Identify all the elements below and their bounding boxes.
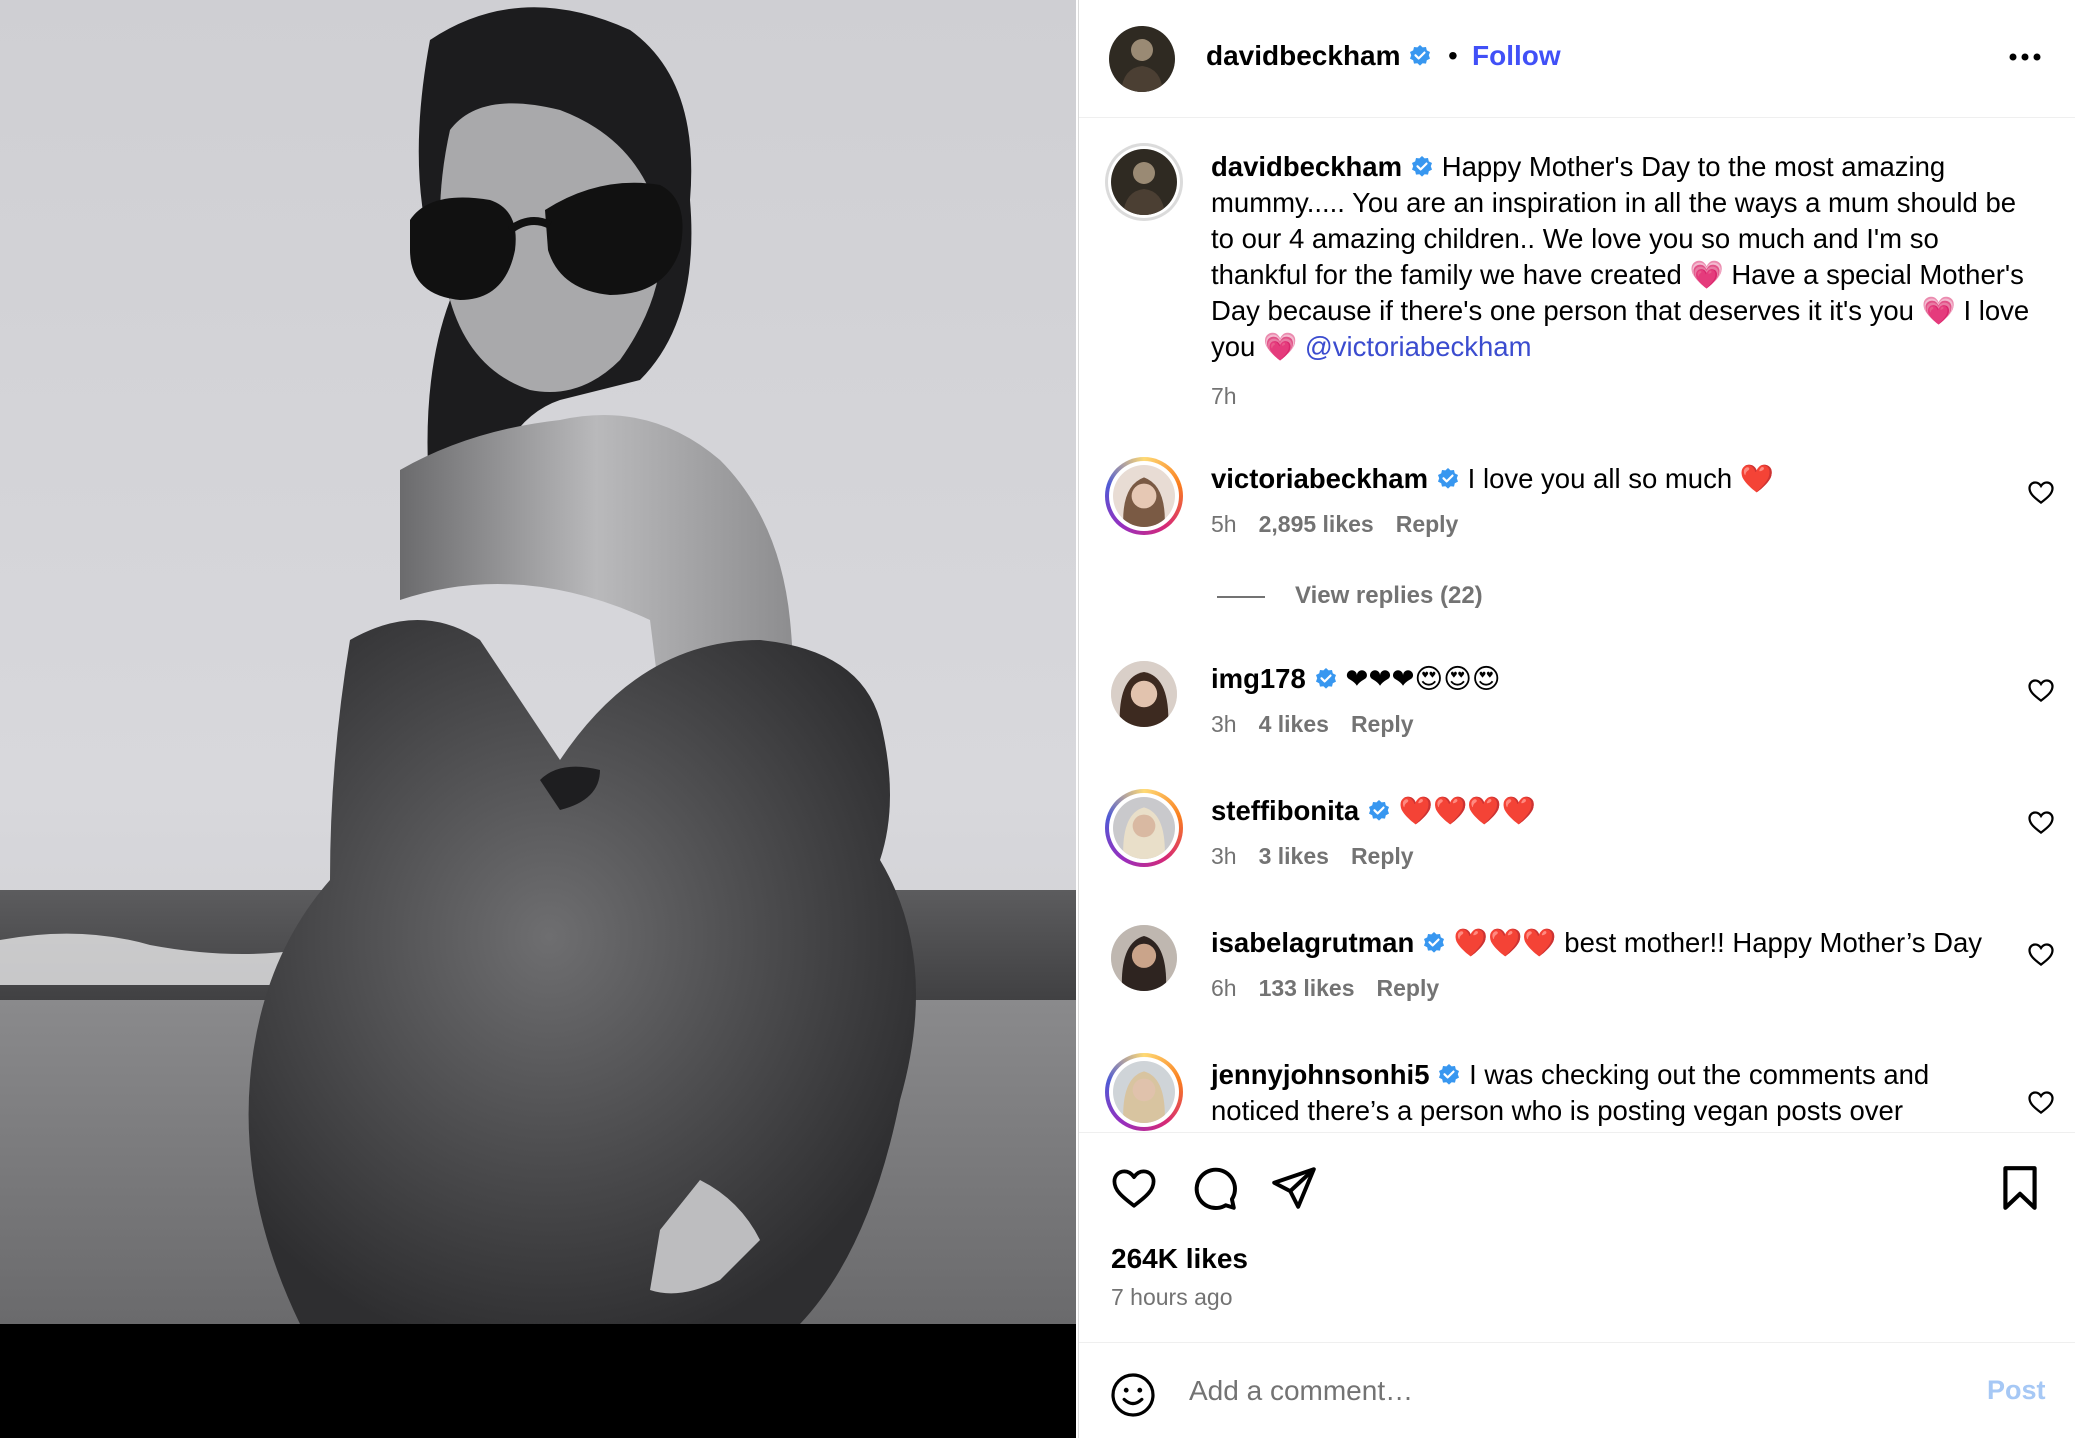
comment-username[interactable]: jennyjohnsonhi5 — [1211, 1059, 1429, 1090]
commenter-avatar[interactable] — [1111, 925, 1177, 991]
caption-avatar[interactable] — [1105, 143, 1183, 221]
comment-body: ❤️❤️❤️ best mother!! Happy Mother’s Day — [1446, 927, 1983, 958]
verified-badge-icon — [1315, 668, 1336, 689]
more-horizontal-icon[interactable] — [2000, 42, 2050, 72]
replies-divider — [1217, 595, 1265, 598]
commenter-avatar[interactable] — [1105, 1053, 1183, 1131]
reply-button[interactable]: Reply — [1396, 511, 1459, 537]
comment-username[interactable]: img178 — [1211, 663, 1306, 694]
verified-badge-icon — [1412, 156, 1433, 177]
comment-text: steffibonita ❤️❤️❤️❤️ — [1211, 793, 2011, 829]
post-actions: 264K likes 7 hours ago — [1079, 1132, 2075, 1342]
heart-icon[interactable] — [2026, 477, 2056, 507]
comment-text: jennyjohnsonhi5 I was checking out the c… — [1211, 1057, 2011, 1129]
verified-badge-icon — [1424, 932, 1445, 953]
likes-count[interactable]: 264K likes — [1111, 1243, 1248, 1275]
comment-likes[interactable]: 133 likes — [1259, 975, 1355, 1001]
comment-text: isabelagrutman ❤️❤️❤️ best mother!! Happ… — [1211, 925, 2011, 961]
post-header: davidbeckham • Follow — [1079, 0, 2075, 118]
comment-likes[interactable]: 3 likes — [1259, 843, 1329, 869]
comment-input[interactable] — [1189, 1365, 1909, 1417]
comment-body: ❤️❤️❤️❤️ — [1391, 795, 1536, 826]
comment-body: ❤❤❤😍😍😍 — [1337, 663, 1501, 694]
heart-icon[interactable] — [2026, 939, 2056, 969]
verified-badge-icon — [1439, 1064, 1460, 1085]
commenter-avatar[interactable] — [1111, 661, 1177, 727]
comments-scroll-area[interactable]: davidbeckham Happy Mother's Day to the m… — [1079, 119, 2075, 1132]
comment-likes[interactable]: 2,895 likes — [1259, 511, 1374, 537]
comment-username[interactable]: victoriabeckham — [1211, 463, 1428, 494]
bookmark-icon[interactable] — [1995, 1163, 2045, 1213]
post-photo[interactable] — [0, 0, 1076, 1324]
comment-meta: 6h 133 likes Reply — [1211, 975, 1461, 1002]
comment-time[interactable]: 3h — [1211, 711, 1237, 737]
caption-timestamp[interactable]: 7h — [1211, 383, 1237, 410]
post-button[interactable]: Post — [1987, 1375, 2046, 1406]
verified-badge-icon — [1369, 800, 1390, 821]
comment-time[interactable]: 3h — [1211, 843, 1237, 869]
share-icon[interactable] — [1269, 1163, 1319, 1213]
comment-body: I love you all so much ❤️ — [1460, 463, 1775, 494]
comment-username[interactable]: steffibonita — [1211, 795, 1359, 826]
commenter-avatar[interactable] — [1105, 457, 1183, 535]
caption-username[interactable]: davidbeckham — [1211, 151, 1402, 182]
reply-button[interactable]: Reply — [1351, 711, 1414, 737]
comment-composer: Post — [1079, 1342, 2075, 1438]
comment-icon[interactable] — [1189, 1163, 1239, 1213]
post-sidebar: davidbeckham • Follow davidbeckham Happy… — [1078, 0, 2075, 1438]
heart-icon[interactable] — [2026, 675, 2056, 705]
commenter-avatar[interactable] — [1105, 789, 1183, 867]
mention-link[interactable]: @victoriabeckham — [1305, 331, 1532, 362]
comment-meta: 3h 3 likes Reply — [1211, 843, 1436, 870]
heart-icon[interactable] — [2026, 1087, 2056, 1117]
header-separator: • — [1448, 40, 1458, 71]
view-replies-label: View replies (22) — [1295, 582, 1483, 609]
comment-time[interactable]: 5h — [1211, 511, 1237, 537]
author-username[interactable]: davidbeckham — [1206, 40, 1432, 72]
verified-badge-icon — [1410, 45, 1431, 66]
comment-likes[interactable]: 4 likes — [1259, 711, 1329, 737]
post-timestamp[interactable]: 7 hours ago — [1111, 1284, 1232, 1311]
reply-button[interactable]: Reply — [1351, 843, 1414, 869]
post-caption: davidbeckham Happy Mother's Day to the m… — [1211, 149, 2031, 365]
view-replies-button[interactable]: View replies (22) — [1217, 582, 1483, 610]
emoji-icon[interactable] — [1109, 1371, 1157, 1419]
comment-text: img178 ❤❤❤😍😍😍 — [1211, 661, 2011, 697]
comment-meta: 5h 2,895 likes Reply — [1211, 511, 1480, 538]
heart-icon[interactable] — [2026, 807, 2056, 837]
verified-badge-icon — [1438, 468, 1459, 489]
comment-text: victoriabeckham I love you all so much ❤… — [1211, 461, 2011, 497]
comment-username[interactable]: isabelagrutman — [1211, 927, 1414, 958]
reply-button[interactable]: Reply — [1377, 975, 1440, 1001]
follow-button[interactable]: Follow — [1472, 40, 1561, 72]
author-avatar[interactable] — [1109, 26, 1175, 92]
comment-time[interactable]: 6h — [1211, 975, 1237, 1001]
post-media — [0, 0, 1076, 1438]
heart-icon[interactable] — [1109, 1163, 1159, 1213]
comment-meta: 3h 4 likes Reply — [1211, 711, 1436, 738]
